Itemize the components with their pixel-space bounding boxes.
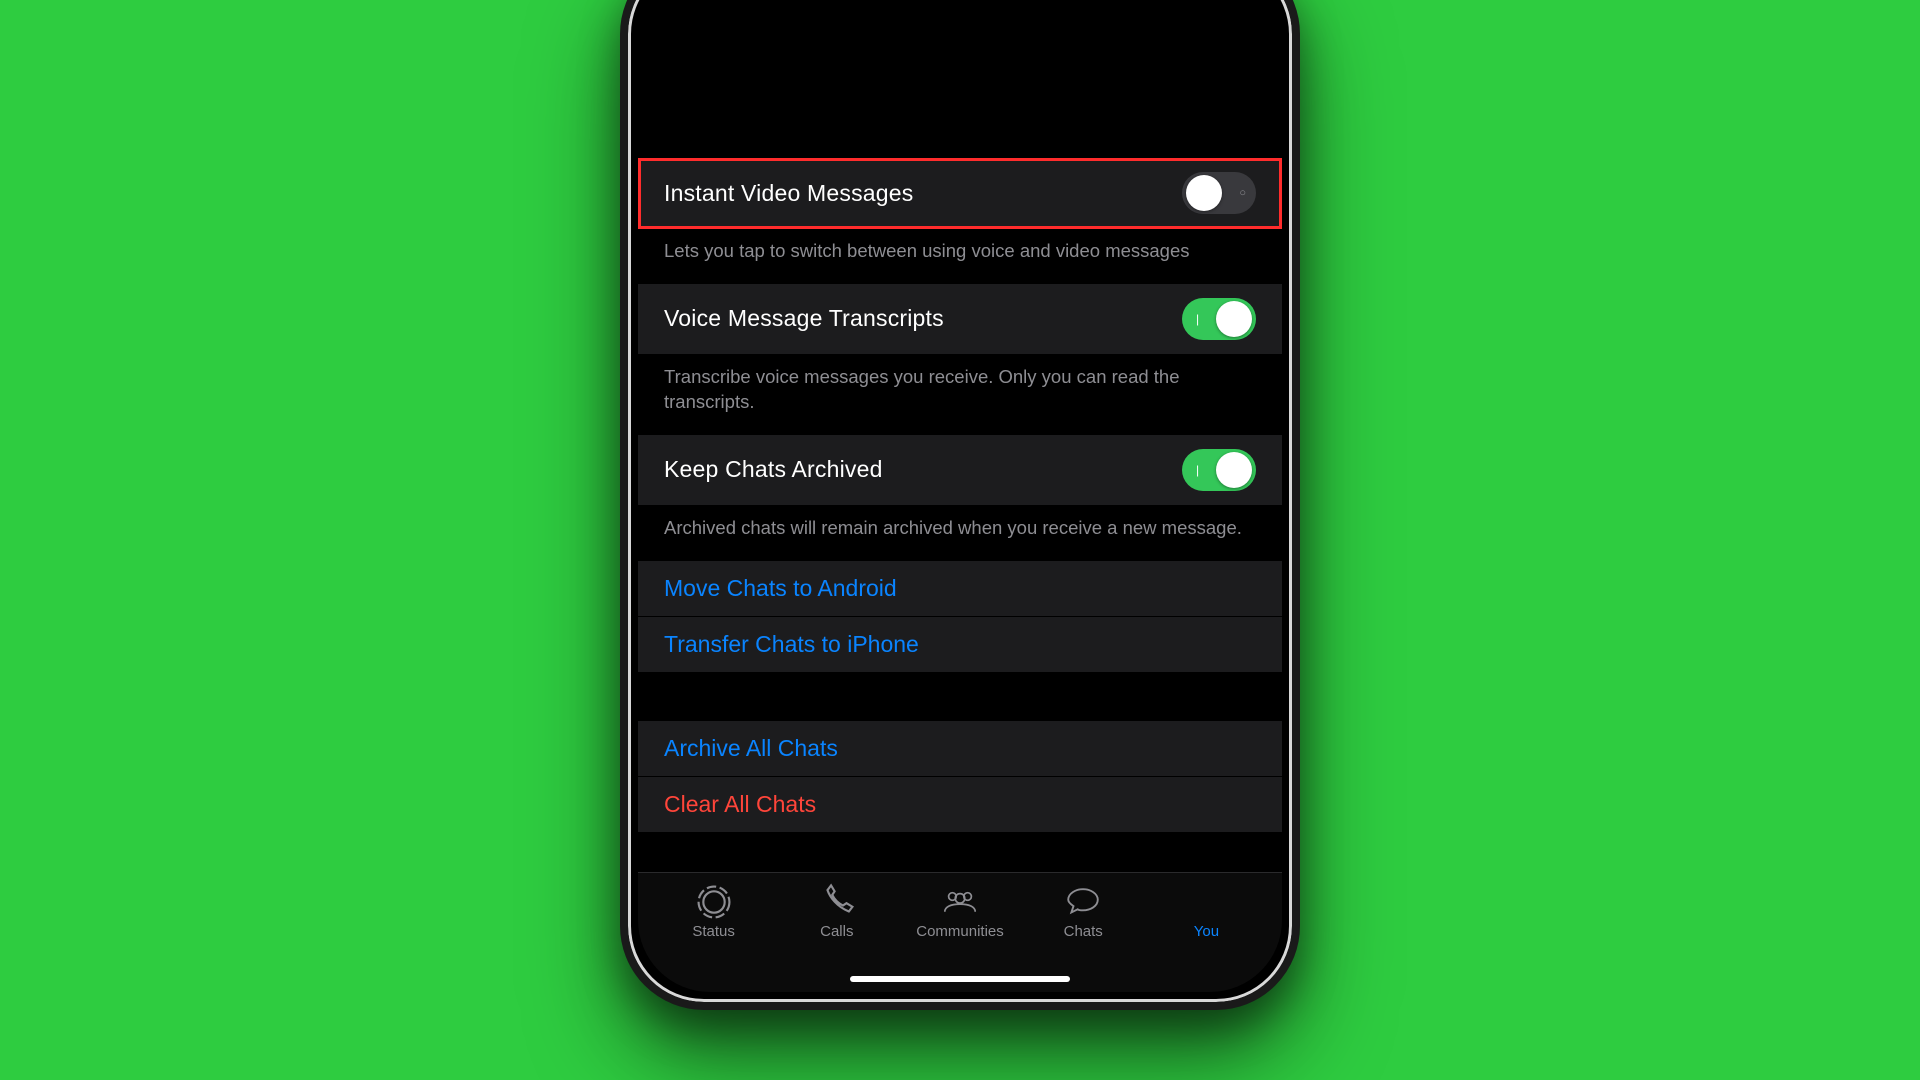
setting-desc-keep-archived: Archived chats will remain archived when… [638,506,1282,561]
communities-icon [941,887,979,917]
tab-status[interactable]: Status [652,887,775,992]
settings-scroll[interactable]: Instant Video Messages Lets you tap to s… [638,0,1282,872]
setting-label: Voice Message Transcripts [664,305,944,332]
toggle-knob [1186,175,1222,211]
toggle-knob [1216,301,1252,337]
status-icon [695,887,733,917]
phone-icon [818,887,856,917]
tab-label: Chats [1064,923,1103,940]
tab-label: You [1194,923,1219,940]
section-gap [638,673,1282,721]
tab-label: Status [692,923,735,940]
tab-bar: Status Calls Communities Chats [638,872,1282,992]
home-indicator[interactable] [850,976,1070,982]
tab-you[interactable]: You [1145,887,1268,992]
you-icon [1187,887,1225,917]
setting-label: Keep Chats Archived [664,456,883,483]
link-archive-all[interactable]: Archive All Chats [638,721,1282,777]
link-move-android[interactable]: Move Chats to Android [638,561,1282,617]
link-transfer-iphone[interactable]: Transfer Chats to iPhone [638,617,1282,673]
chats-icon [1064,887,1102,917]
phone-frame: Instant Video Messages Lets you tap to s… [620,0,1300,1010]
setting-row-keep-archived[interactable]: Keep Chats Archived [638,435,1282,506]
tab-label: Calls [820,923,853,940]
link-clear-all[interactable]: Clear All Chats [638,777,1282,833]
setting-row-voice-transcripts[interactable]: Voice Message Transcripts [638,284,1282,355]
setting-label: Instant Video Messages [664,180,913,207]
setting-desc-instant-video: Lets you tap to switch between using voi… [638,229,1282,284]
toggle-instant-video[interactable] [1182,172,1256,214]
toggle-voice-transcripts[interactable] [1182,298,1256,340]
toggle-knob [1216,452,1252,488]
setting-desc-voice-transcripts: Transcribe voice messages you receive. O… [638,355,1282,435]
toggle-keep-archived[interactable] [1182,449,1256,491]
setting-row-instant-video[interactable]: Instant Video Messages [638,158,1282,229]
tab-label: Communities [916,923,1004,940]
screen: Instant Video Messages Lets you tap to s… [638,0,1282,992]
